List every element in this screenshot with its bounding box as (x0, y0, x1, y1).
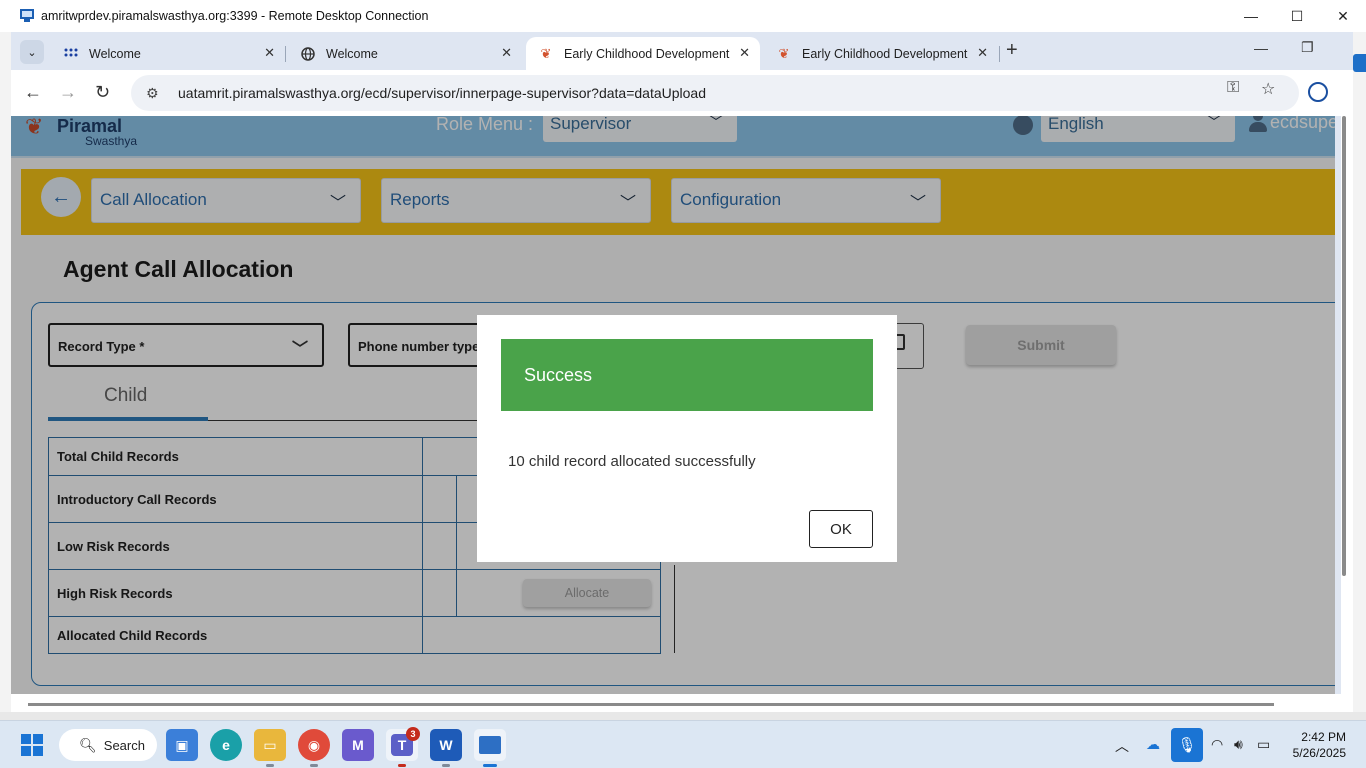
tab-title: Early Childhood Development (802, 46, 968, 61)
teams-icon[interactable]: T 3 (386, 727, 420, 767)
url-text: uatamrit.piramalswasthya.org/ecd/supervi… (178, 85, 707, 101)
browser-restore-button[interactable]: ❐ (1301, 39, 1314, 56)
success-dialog: Success 10 child record allocated succes… (477, 315, 897, 562)
dialog-message: 10 child record allocated successfully (508, 453, 756, 470)
volume-icon[interactable]: 🔊︎ (1234, 736, 1243, 753)
close-tab-icon[interactable]: ✕ (264, 45, 275, 61)
onedrive-cloud-icon[interactable]: ☁ (1146, 736, 1160, 753)
browser-tab-welcome-1[interactable]: Welcome ✕ (51, 37, 285, 70)
rdp-maximize-button[interactable]: ☐ (1274, 0, 1320, 32)
clock-date: 5/26/2025 (1292, 746, 1346, 760)
reload-icon[interactable]: ↻ (95, 82, 110, 102)
taskbar: 🔍︎ Search ▣ e ▭ ◉ M T 3 W ︿ ☁ 🎙︎ ◠ 🔊︎ ▭ … (0, 720, 1366, 768)
taskbar-clock[interactable]: 2:42 PM 5/26/2025 (1290, 729, 1346, 761)
word-icon[interactable]: W (430, 729, 462, 767)
browser-window: ⌄ Welcome ✕ Welcome ✕ ❦ Early Childhood … (11, 32, 1353, 712)
browser-tab-welcome-2[interactable]: Welcome ✕ (288, 37, 522, 70)
profile-icon[interactable] (1308, 82, 1328, 102)
wifi-icon[interactable]: ◠ (1211, 736, 1223, 753)
vertical-scroll-thumb[interactable] (1342, 116, 1346, 576)
ok-button[interactable]: OK (809, 510, 873, 548)
close-tab-icon[interactable]: ✕ (739, 45, 750, 61)
tab-title: Welcome (89, 46, 141, 61)
remote-desktop-icon (20, 9, 36, 23)
rdp-close-button[interactable]: ✕ (1320, 0, 1366, 32)
tab-search-button[interactable]: ⌄ (20, 40, 44, 64)
globe-icon (300, 46, 316, 62)
edge-icon[interactable]: e (210, 729, 242, 761)
browser-toolbar: ← → ↻ ⚙ uatamrit.piramalswasthya.org/ecd… (11, 70, 1353, 116)
site-settings-icon[interactable]: ⚙ (146, 85, 164, 102)
close-tab-icon[interactable]: ✕ (501, 45, 512, 61)
battery-icon[interactable]: ▭ (1257, 736, 1270, 753)
search-label: Search (103, 737, 145, 753)
search-icon: 🔍︎ (79, 736, 97, 753)
piramal-logo-icon: ❦ (778, 45, 790, 61)
rdp-minimize-button[interactable]: — (1228, 0, 1274, 32)
browser-tab-ecd-active[interactable]: ❦ Early Childhood Development ✕ (526, 37, 760, 70)
show-hidden-icons-chevron-icon[interactable]: ︿ (1115, 736, 1129, 756)
forward-arrow-icon[interactable]: → (59, 82, 77, 102)
clock-time: 2:42 PM (1301, 730, 1346, 744)
microphone-icon[interactable]: 🎙︎ (1171, 728, 1203, 762)
side-panel-edge (1353, 54, 1366, 72)
m365-icon[interactable]: M (342, 729, 374, 761)
new-tab-button[interactable]: + (1006, 40, 1018, 60)
dialog-title: Success (501, 339, 873, 411)
piramal-logo-icon: ❦ (540, 45, 552, 61)
teams-badge: 3 (406, 727, 420, 741)
chrome-icon[interactable]: ◉ (298, 729, 330, 767)
background-window-status-strip (0, 712, 1366, 720)
rdp-window-title: amritwprdev.piramalswasthya.org:3399 - R… (41, 9, 429, 23)
browser-tab-ecd[interactable]: ❦ Early Childhood Development ✕ (764, 37, 998, 70)
rdp-title-bar: amritwprdev.piramalswasthya.org:3399 - R… (0, 0, 1366, 32)
store-icon[interactable]: ▣ (166, 729, 198, 761)
key-icon[interactable]: ⚿ (1227, 79, 1239, 97)
file-explorer-icon[interactable]: ▭ (254, 729, 286, 767)
tab-title: Early Childhood Development (564, 46, 730, 61)
back-arrow-icon[interactable]: ← (24, 82, 42, 102)
tab-divider (285, 46, 286, 62)
bookmark-star-icon[interactable]: ☆ (1261, 79, 1275, 99)
close-tab-icon[interactable]: ✕ (977, 45, 988, 61)
windows-start-icon[interactable] (21, 734, 43, 756)
dots-grid-icon (63, 46, 79, 62)
tab-title: Welcome (326, 46, 378, 61)
tab-strip: ⌄ Welcome ✕ Welcome ✕ ❦ Early Childhood … (11, 32, 1353, 70)
address-bar[interactable]: ⚙ uatamrit.piramalswasthya.org/ecd/super… (131, 75, 1299, 111)
taskbar-search[interactable]: 🔍︎ Search (59, 729, 157, 761)
web-page: ❦ Piramal Swasthya Role Menu : Superviso… (11, 116, 1335, 694)
horizontal-scroll-thumb[interactable] (28, 703, 1274, 706)
browser-minimize-button[interactable]: — (1254, 40, 1268, 56)
tab-divider (999, 46, 1000, 62)
remote-desktop-taskbar-icon[interactable] (474, 729, 506, 767)
